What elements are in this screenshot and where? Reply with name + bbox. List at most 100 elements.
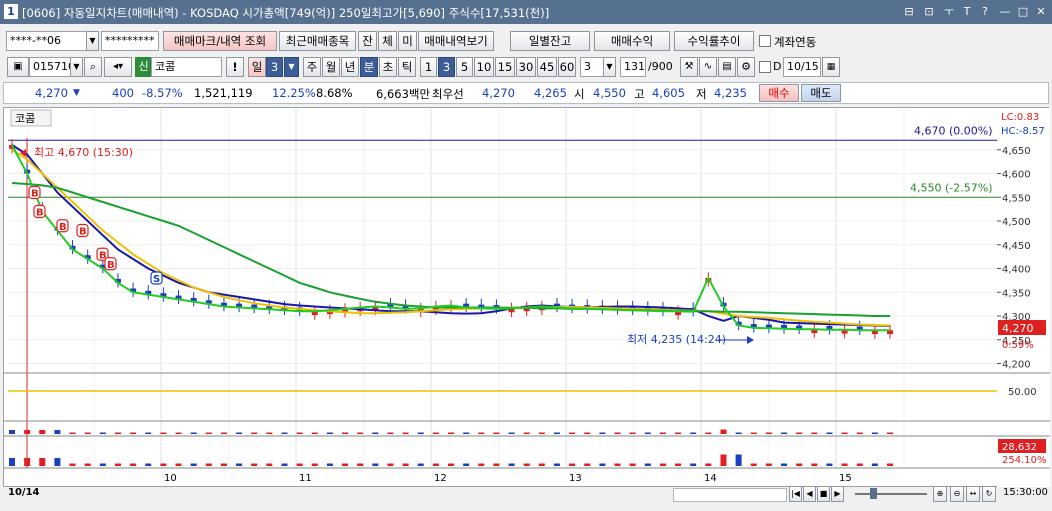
volume-bar — [220, 432, 227, 434]
chart-panel[interactable]: 4,650 4,600 4,550 4,500 4,450 4,400 4,350 4,300… — [3, 107, 1050, 488]
zoom-in-icon[interactable]: ⊕ — [933, 486, 947, 502]
indicator-icon[interactable]: ∿ — [699, 57, 717, 77]
volume-bar-2 — [508, 463, 515, 466]
execution-button[interactable]: 체 — [378, 31, 397, 51]
volume-bar — [99, 432, 106, 434]
stock-code-input[interactable]: 015710 — [29, 57, 72, 77]
period-week-button[interactable]: 주 — [303, 57, 321, 77]
volume-bar — [190, 432, 197, 434]
volume-bar-2 — [841, 463, 848, 466]
volume-bar-2 — [99, 463, 106, 466]
current-price: 4,270 — [35, 86, 68, 100]
account-dropdown-icon[interactable]: ▼ — [86, 31, 99, 51]
volume-bar — [24, 430, 31, 434]
date-checkbox[interactable] — [759, 61, 771, 73]
reset-icon[interactable]: ↻ — [982, 486, 996, 502]
return-trend-button[interactable]: 수익률추이 — [674, 31, 754, 51]
quote-bar: 4,270 ▼ 400 -8.57% 1,521,119 12.25% 8.68… — [3, 82, 1049, 104]
unfilled-button[interactable]: 미 — [398, 31, 417, 51]
trade-history-button[interactable]: 매매내역보기 — [418, 31, 494, 51]
trade-mark-button[interactable]: 매매마크/내역 조회 — [163, 31, 277, 51]
scroll-prev-icon[interactable]: ◀ — [803, 486, 816, 502]
interval-button[interactable]: 30 — [516, 57, 536, 77]
close-icon[interactable]: ✕ — [1034, 5, 1048, 19]
interval-button[interactable]: 15 — [495, 57, 515, 77]
period-minute-button[interactable]: 분 — [360, 57, 378, 77]
trade-profit-button[interactable]: 매매수익 — [594, 31, 670, 51]
period-month-button[interactable]: 월 — [322, 57, 340, 77]
account-link-checkbox[interactable] — [759, 35, 771, 47]
volume-bar — [765, 432, 772, 434]
volume-bar — [735, 432, 742, 434]
scroll-first-icon[interactable]: |◀ — [789, 486, 802, 502]
interval-input[interactable]: 3 — [580, 57, 604, 77]
trade-mark-label: B — [31, 189, 39, 200]
interval-button[interactable]: 5 — [456, 57, 473, 77]
code-dropdown-icon[interactable]: ▼ — [70, 57, 83, 77]
layout-icon[interactable]: ▣ — [7, 57, 29, 77]
table-icon[interactable]: ▤ — [718, 57, 736, 77]
password-field[interactable]: ********* — [101, 31, 159, 51]
stock-name[interactable]: 코콤 — [151, 57, 222, 77]
search-icon[interactable]: ⌕ — [84, 57, 102, 77]
volume-bar — [326, 432, 333, 434]
split-icon[interactable]: ⊡ — [922, 5, 936, 19]
zoom-out-icon[interactable]: ⊖ — [950, 486, 964, 502]
scrollbar[interactable] — [673, 488, 787, 502]
volume-bar-2 — [781, 463, 788, 466]
stop-icon[interactable]: ■ — [817, 486, 830, 502]
high-label: 고 — [634, 87, 645, 101]
buy-button[interactable]: 매수 — [759, 84, 799, 102]
low-price: 4,235 — [714, 86, 747, 100]
scroll-next-icon[interactable]: ▶ — [831, 486, 844, 502]
price-chart[interactable]: 4,6504,6004,5504,5004,4504,4004,3504,300… — [4, 108, 1050, 488]
interval-button[interactable]: 10 — [474, 57, 494, 77]
volume-bar-2 — [796, 463, 803, 466]
help-icon[interactable]: ? — [978, 5, 992, 19]
period-tick-button[interactable]: 틱 — [398, 57, 416, 77]
volume-bar-2 — [402, 463, 409, 466]
account-select[interactable]: ****-**06 — [6, 31, 90, 51]
count-input[interactable]: 131 — [620, 57, 646, 77]
minimize-icon[interactable]: — — [998, 5, 1012, 19]
pin-icon[interactable]: ㅜ — [942, 5, 956, 19]
period-year-button[interactable]: 년 — [341, 57, 359, 77]
interval-button[interactable]: 3 — [438, 57, 455, 77]
fit-icon[interactable]: ↔ — [966, 486, 980, 502]
sell-button[interactable]: 매도 — [801, 84, 841, 102]
settings-icon[interactable]: ⚙ — [737, 57, 755, 77]
period-second-button[interactable]: 초 — [379, 57, 397, 77]
volume-bar-2 — [644, 463, 651, 466]
calendar-icon[interactable]: ▦ — [822, 57, 840, 77]
maximize-icon[interactable]: □ — [1016, 5, 1030, 19]
volume-bar — [493, 432, 500, 434]
volume-bar-2 — [114, 463, 121, 466]
date-input[interactable]: 10/15 — [783, 57, 821, 77]
interval-button[interactable]: 1 — [420, 57, 437, 77]
time-label: 15:30:00 — [1003, 487, 1048, 498]
recent-items-button[interactable]: 최근매매종목 — [279, 31, 356, 51]
volume-bar — [629, 432, 636, 434]
interval-dropdown-icon[interactable]: ▼ — [603, 57, 616, 77]
link-icon[interactable]: ⊟ — [902, 5, 916, 19]
volume-bar-2 — [871, 463, 878, 466]
speaker-icon[interactable]: ◂▾ — [104, 57, 132, 77]
interval-button[interactable]: 60 — [558, 57, 576, 77]
volume-bar-2 — [326, 463, 333, 466]
volume-bar-2 — [463, 463, 470, 466]
volume-bar-2 — [220, 463, 227, 466]
period-day-button[interactable]: 일 — [248, 57, 266, 77]
price-pane — [4, 108, 997, 373]
volume-bar-2 — [190, 463, 197, 466]
volume-bar-2 — [387, 463, 394, 466]
period-value[interactable]: 3 — [266, 57, 283, 77]
zoom-slider[interactable] — [855, 493, 927, 495]
period-dropdown-icon[interactable]: ▼ — [284, 57, 299, 77]
interval-button[interactable]: 45 — [537, 57, 557, 77]
zoom-slider-thumb[interactable] — [870, 488, 877, 499]
font-icon[interactable]: T — [960, 5, 974, 19]
daily-balance-button[interactable]: 일별잔고 — [510, 31, 590, 51]
tools-icon[interactable]: ⚒ — [680, 57, 698, 77]
balance-button[interactable]: 잔 — [358, 31, 377, 51]
alert-button[interactable]: ! — [226, 57, 244, 77]
